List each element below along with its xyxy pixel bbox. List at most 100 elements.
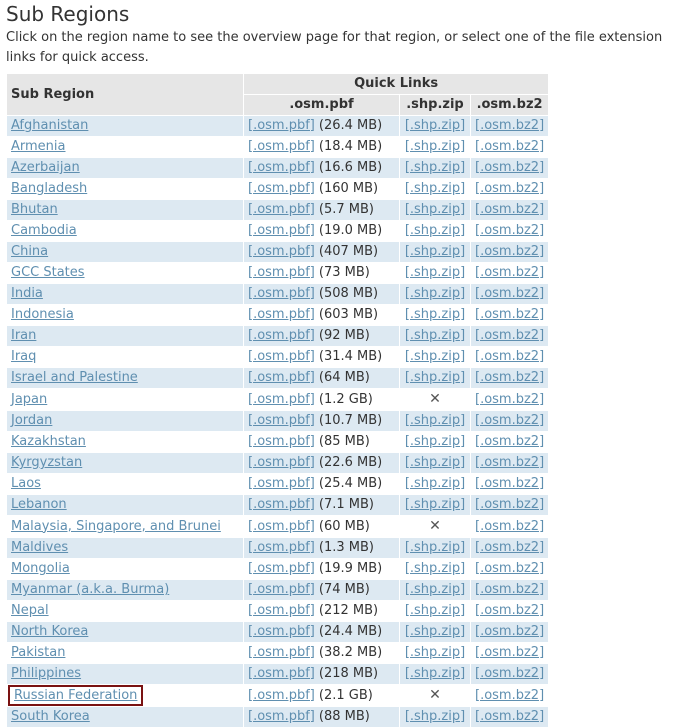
region-link[interactable]: China bbox=[11, 244, 48, 259]
osm-pbf-link[interactable]: [.osm.pbf] bbox=[248, 645, 315, 660]
shp-zip-link[interactable]: [.shp.zip] bbox=[405, 244, 465, 259]
shp-zip-link[interactable]: [.shp.zip] bbox=[405, 139, 465, 154]
osm-bz2-link[interactable]: [.osm.bz2] bbox=[475, 244, 544, 259]
osm-bz2-link[interactable]: [.osm.bz2] bbox=[475, 476, 544, 491]
osm-pbf-link[interactable]: [.osm.pbf] bbox=[248, 160, 315, 175]
shp-zip-link[interactable]: [.shp.zip] bbox=[405, 202, 465, 217]
shp-zip-link[interactable]: [.shp.zip] bbox=[405, 370, 465, 385]
region-link[interactable]: Maldives bbox=[11, 540, 68, 555]
shp-zip-link[interactable]: [.shp.zip] bbox=[405, 582, 465, 597]
osm-pbf-link[interactable]: [.osm.pbf] bbox=[248, 582, 315, 597]
region-link[interactable]: Iraq bbox=[11, 349, 36, 364]
osm-bz2-link[interactable]: [.osm.bz2] bbox=[475, 519, 544, 534]
region-link[interactable]: Indonesia bbox=[11, 307, 74, 322]
osm-bz2-link[interactable]: [.osm.bz2] bbox=[475, 328, 544, 343]
osm-pbf-link[interactable]: [.osm.pbf] bbox=[248, 476, 315, 491]
osm-bz2-link[interactable]: [.osm.bz2] bbox=[475, 540, 544, 555]
osm-bz2-link[interactable]: [.osm.bz2] bbox=[475, 139, 544, 154]
region-link[interactable]: GCC States bbox=[11, 265, 85, 280]
osm-pbf-link[interactable]: [.osm.pbf] bbox=[248, 709, 315, 724]
osm-bz2-link[interactable]: [.osm.bz2] bbox=[475, 666, 544, 681]
osm-bz2-link[interactable]: [.osm.bz2] bbox=[475, 688, 544, 703]
shp-zip-link[interactable]: [.shp.zip] bbox=[405, 624, 465, 639]
region-link[interactable]: Myanmar (a.k.a. Burma) bbox=[11, 582, 169, 597]
osm-bz2-link[interactable]: [.osm.bz2] bbox=[475, 370, 544, 385]
region-link[interactable]: Cambodia bbox=[11, 223, 77, 238]
osm-bz2-link[interactable]: [.osm.bz2] bbox=[475, 434, 544, 449]
shp-zip-link[interactable]: [.shp.zip] bbox=[405, 455, 465, 470]
shp-zip-link[interactable]: [.shp.zip] bbox=[405, 561, 465, 576]
shp-zip-link[interactable]: [.shp.zip] bbox=[405, 709, 465, 724]
osm-bz2-link[interactable]: [.osm.bz2] bbox=[475, 645, 544, 660]
osm-bz2-link[interactable]: [.osm.bz2] bbox=[475, 582, 544, 597]
shp-zip-link[interactable]: [.shp.zip] bbox=[405, 286, 465, 301]
osm-pbf-link[interactable]: [.osm.pbf] bbox=[248, 286, 315, 301]
osm-pbf-link[interactable]: [.osm.pbf] bbox=[248, 603, 315, 618]
osm-bz2-link[interactable]: [.osm.bz2] bbox=[475, 392, 544, 407]
osm-bz2-link[interactable]: [.osm.bz2] bbox=[475, 413, 544, 428]
osm-pbf-link[interactable]: [.osm.pbf] bbox=[248, 561, 315, 576]
region-link[interactable]: Kazakhstan bbox=[11, 434, 86, 449]
region-link[interactable]: Laos bbox=[11, 476, 41, 491]
osm-pbf-link[interactable]: [.osm.pbf] bbox=[248, 497, 315, 512]
osm-bz2-link[interactable]: [.osm.bz2] bbox=[475, 561, 544, 576]
osm-pbf-link[interactable]: [.osm.pbf] bbox=[248, 307, 315, 322]
shp-zip-link[interactable]: [.shp.zip] bbox=[405, 603, 465, 618]
osm-pbf-link[interactable]: [.osm.pbf] bbox=[248, 181, 315, 196]
region-link[interactable]: Japan bbox=[11, 392, 47, 407]
osm-pbf-link[interactable]: [.osm.pbf] bbox=[248, 624, 315, 639]
osm-bz2-link[interactable]: [.osm.bz2] bbox=[475, 307, 544, 322]
region-link[interactable]: Armenia bbox=[11, 139, 66, 154]
region-link[interactable]: India bbox=[11, 286, 43, 301]
shp-zip-link[interactable]: [.shp.zip] bbox=[405, 497, 465, 512]
osm-pbf-link[interactable]: [.osm.pbf] bbox=[248, 244, 315, 259]
region-link[interactable]: Nepal bbox=[11, 603, 49, 618]
osm-bz2-link[interactable]: [.osm.bz2] bbox=[475, 118, 544, 133]
shp-zip-link[interactable]: [.shp.zip] bbox=[405, 328, 465, 343]
region-link[interactable]: South Korea bbox=[11, 709, 90, 724]
osm-pbf-link[interactable]: [.osm.pbf] bbox=[248, 540, 315, 555]
osm-pbf-link[interactable]: [.osm.pbf] bbox=[248, 265, 315, 280]
osm-pbf-link[interactable]: [.osm.pbf] bbox=[248, 666, 315, 681]
region-link[interactable]: Malaysia, Singapore, and Brunei bbox=[11, 519, 221, 534]
shp-zip-link[interactable]: [.shp.zip] bbox=[405, 413, 465, 428]
region-link[interactable]: North Korea bbox=[11, 624, 88, 639]
region-link[interactable]: Bhutan bbox=[11, 202, 58, 217]
shp-zip-link[interactable]: [.shp.zip] bbox=[405, 181, 465, 196]
osm-bz2-link[interactable]: [.osm.bz2] bbox=[475, 181, 544, 196]
osm-pbf-link[interactable]: [.osm.pbf] bbox=[248, 349, 315, 364]
osm-bz2-link[interactable]: [.osm.bz2] bbox=[475, 349, 544, 364]
shp-zip-link[interactable]: [.shp.zip] bbox=[405, 223, 465, 238]
shp-zip-link[interactable]: [.shp.zip] bbox=[405, 476, 465, 491]
region-link[interactable]: Kyrgyzstan bbox=[11, 455, 82, 470]
osm-bz2-link[interactable]: [.osm.bz2] bbox=[475, 160, 544, 175]
osm-pbf-link[interactable]: [.osm.pbf] bbox=[248, 392, 315, 407]
osm-bz2-link[interactable]: [.osm.bz2] bbox=[475, 286, 544, 301]
shp-zip-link[interactable]: [.shp.zip] bbox=[405, 540, 465, 555]
osm-pbf-link[interactable]: [.osm.pbf] bbox=[248, 413, 315, 428]
osm-pbf-link[interactable]: [.osm.pbf] bbox=[248, 434, 315, 449]
osm-pbf-link[interactable]: [.osm.pbf] bbox=[248, 370, 315, 385]
region-link[interactable]: Mongolia bbox=[11, 561, 70, 576]
osm-bz2-link[interactable]: [.osm.bz2] bbox=[475, 497, 544, 512]
osm-pbf-link[interactable]: [.osm.pbf] bbox=[248, 202, 315, 217]
shp-zip-link[interactable]: [.shp.zip] bbox=[405, 666, 465, 681]
region-link[interactable]: Pakistan bbox=[11, 645, 65, 660]
osm-pbf-link[interactable]: [.osm.pbf] bbox=[248, 519, 315, 534]
region-link[interactable]: Philippines bbox=[11, 666, 81, 681]
osm-bz2-link[interactable]: [.osm.bz2] bbox=[475, 265, 544, 280]
region-link[interactable]: Lebanon bbox=[11, 497, 67, 512]
osm-pbf-link[interactable]: [.osm.pbf] bbox=[248, 223, 315, 238]
osm-bz2-link[interactable]: [.osm.bz2] bbox=[475, 603, 544, 618]
shp-zip-link[interactable]: [.shp.zip] bbox=[405, 349, 465, 364]
region-link[interactable]: Iran bbox=[11, 328, 36, 343]
osm-bz2-link[interactable]: [.osm.bz2] bbox=[475, 202, 544, 217]
osm-pbf-link[interactable]: [.osm.pbf] bbox=[248, 455, 315, 470]
osm-pbf-link[interactable]: [.osm.pbf] bbox=[248, 688, 315, 703]
osm-pbf-link[interactable]: [.osm.pbf] bbox=[248, 118, 315, 133]
osm-bz2-link[interactable]: [.osm.bz2] bbox=[475, 223, 544, 238]
osm-bz2-link[interactable]: [.osm.bz2] bbox=[475, 624, 544, 639]
osm-bz2-link[interactable]: [.osm.bz2] bbox=[475, 455, 544, 470]
region-link[interactable]: Bangladesh bbox=[11, 181, 87, 196]
osm-pbf-link[interactable]: [.osm.pbf] bbox=[248, 139, 315, 154]
